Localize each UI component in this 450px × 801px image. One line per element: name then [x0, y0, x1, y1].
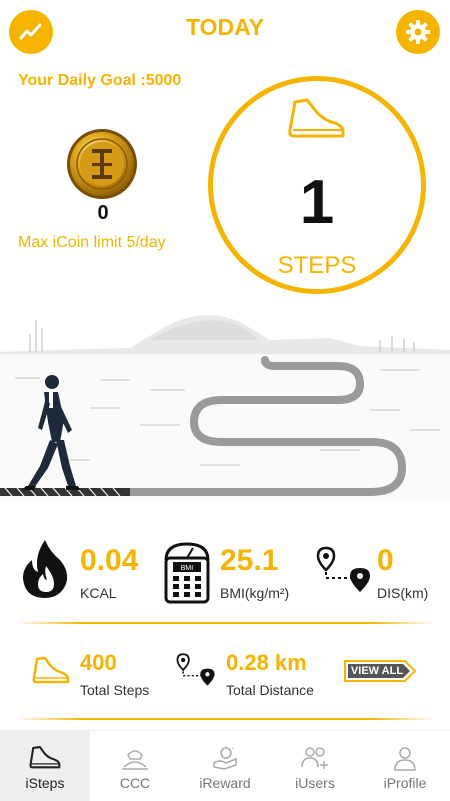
tab-label: iProfile [383, 775, 427, 791]
total-distance-value: 0.28 km [226, 650, 307, 675]
steps-label: STEPS [277, 252, 357, 279]
ccc-icon [122, 750, 148, 770]
gear-icon [406, 20, 430, 44]
divider [20, 622, 432, 624]
kcal-label: KCAL [80, 585, 117, 601]
walking-landscape-illustration [0, 300, 450, 510]
bmi-scale-icon: BMI [160, 540, 214, 609]
tab-label: CCC [119, 775, 151, 791]
tab-ireward[interactable]: iReward [180, 731, 270, 801]
bmi-value: 25.1 [220, 544, 279, 577]
shoe-icon [32, 656, 70, 691]
shoe-icon [29, 746, 61, 769]
page-title: TODAY [186, 14, 264, 40]
view-all-label: VIEW ALL [350, 665, 404, 677]
tab-label: iSteps [25, 775, 65, 791]
steps-count: 1 [299, 168, 335, 237]
tab-iusers[interactable]: iUsers [270, 731, 360, 801]
tab-iprofile[interactable]: iProfile [360, 731, 450, 801]
divider [20, 718, 432, 720]
bottom-nav: iSteps CCC iReward iUsers iProfile [0, 730, 450, 801]
bmi-label: BMI(kg/m²) [220, 585, 290, 601]
flame-icon [20, 538, 70, 605]
profile-icon [394, 747, 416, 771]
distance-value: 0 [377, 544, 394, 577]
settings-button[interactable] [396, 10, 440, 54]
shoe-icon [287, 96, 347, 147]
total-steps-value: 400 [80, 650, 117, 675]
distance-label: DIS(km) [377, 585, 429, 601]
total-steps-label: Total Steps [80, 682, 150, 698]
reward-icon [213, 746, 237, 770]
svg-text:BMI: BMI [181, 565, 194, 572]
tab-isteps[interactable]: iSteps [0, 731, 90, 801]
kcal-value: 0.04 [80, 544, 139, 577]
tab-ccc[interactable]: CCC [90, 731, 180, 801]
view-all-button[interactable]: VIEW ALL [343, 659, 417, 683]
route-icon [176, 652, 216, 693]
coin-limit-text: Max iCoin limit 5/day [18, 234, 166, 251]
daily-goal: Your Daily Goal :5000 [18, 72, 182, 89]
route-icon [316, 546, 372, 599]
tab-label: iReward [199, 775, 251, 791]
total-distance-label: Total Distance [226, 682, 314, 698]
icoin-icon [66, 128, 138, 200]
users-icon [301, 747, 328, 769]
coin-count: 0 [97, 202, 109, 224]
tab-label: iUsers [295, 775, 335, 791]
